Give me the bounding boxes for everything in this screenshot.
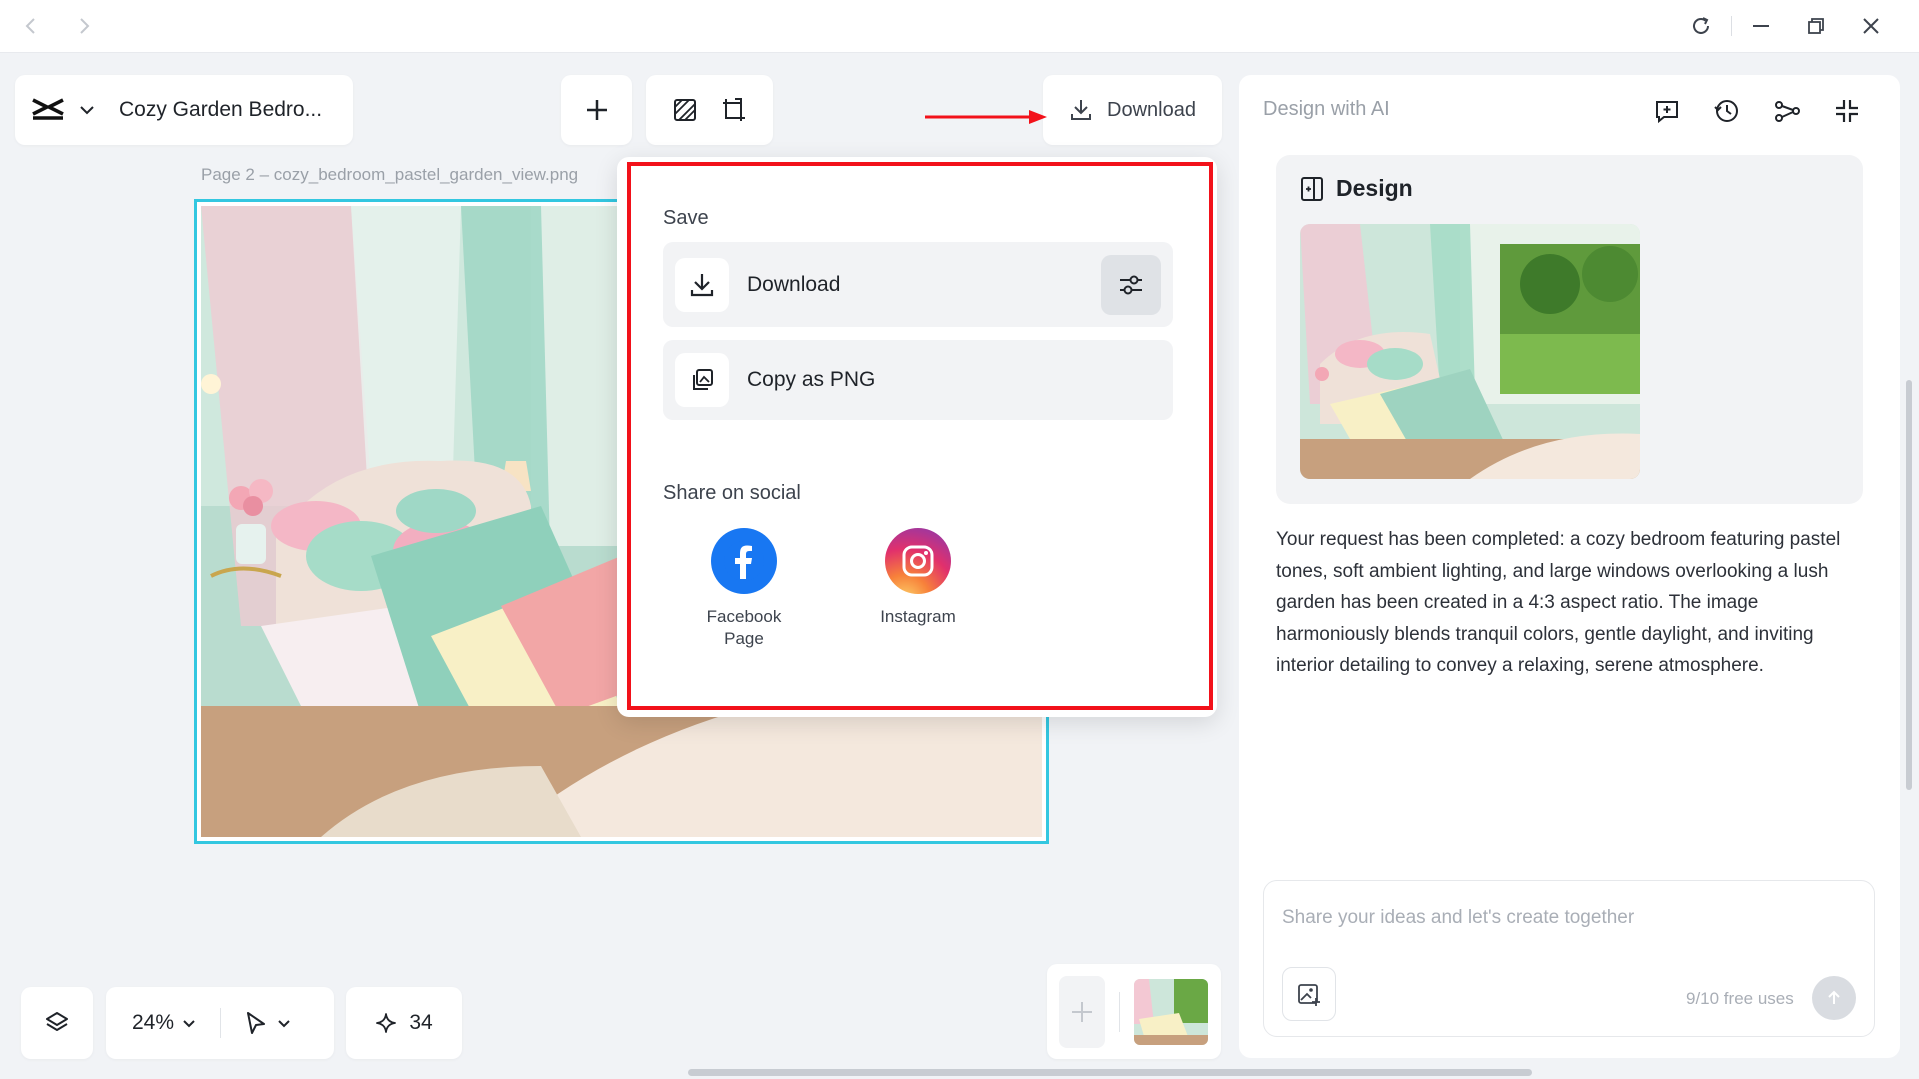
share-facebook-page[interactable]: Facebook Page [679,528,809,650]
sparkle-icon [376,1013,397,1033]
credits-button[interactable]: 34 [346,987,462,1059]
download-option-label: Download [747,272,841,296]
background-pattern-icon[interactable] [672,97,698,123]
canvas-scrollbar[interactable] [688,1069,1532,1076]
reload-icon[interactable] [1688,13,1714,39]
facebook-icon [711,528,777,594]
add-element-button[interactable] [561,75,632,145]
free-uses-counter: 9/10 free uses [1686,989,1794,1008]
download-icon [1071,100,1092,120]
instagram-icon [885,528,951,594]
resize-icon[interactable] [721,97,747,123]
design-card-heading: Design [1300,175,1413,202]
plus-icon [586,100,607,120]
capcut-logo-icon [31,97,65,123]
download-icon [675,257,729,312]
chevron-down-icon [183,1019,195,1027]
zoom-value: 24% [132,1011,175,1034]
zoom-controls: 24% [106,987,334,1059]
design-card-title: Design [1336,175,1413,201]
sliders-icon [1120,275,1142,295]
upload-image-button[interactable] [1282,967,1336,1021]
document-menu[interactable]: Cozy Garden Bedro... [15,75,353,145]
ai-response-text: Your request has been completed: a cozy … [1276,529,1841,676]
credits-count: 34 [409,1011,433,1034]
chat-input-box[interactable] [1263,880,1875,1037]
chevron-left-icon[interactable] [18,13,44,39]
layers-button[interactable] [21,987,93,1059]
minimize-icon[interactable] [1748,13,1774,39]
add-page-button[interactable] [1059,975,1105,1048]
download-button-label: Download [1107,98,1196,121]
chevron-down-icon [278,1019,290,1027]
collapse-icon[interactable] [1832,96,1862,126]
chat-input-placeholder[interactable]: Share your ideas and let's create togeth… [1282,907,1634,929]
copy-image-icon [675,353,729,407]
instagram-label: Instagram [880,607,956,626]
browser-titlebar [0,0,1919,53]
history-icon[interactable] [1712,96,1742,126]
chevron-down-icon[interactable] [79,105,95,115]
panel-scrollbar[interactable] [1906,380,1912,790]
annotation-arrow-icon [925,108,1050,126]
image-upload-icon [1298,984,1320,1006]
pointer-tool-dropdown[interactable] [245,1011,291,1035]
copy-as-png-option[interactable]: Copy as PNG [663,340,1173,420]
ai-panel-title: Design with AI [1263,98,1390,120]
chevron-right-icon[interactable] [71,13,97,39]
design-thumbnail[interactable] [1300,224,1640,479]
share-instagram[interactable]: Instagram [853,528,983,628]
share-heading: Share on social [663,482,801,504]
plus-icon [1072,1001,1092,1022]
zoom-divider [220,1008,222,1038]
download-settings-button[interactable] [1101,255,1161,315]
restore-icon[interactable] [1803,13,1829,39]
download-button[interactable]: Download [1043,75,1222,145]
facebook-page-label: Facebook Page [706,607,782,648]
design-icon [1301,176,1323,201]
zoom-dropdown[interactable]: 24% [132,1011,196,1035]
arrow-up-icon [1828,990,1840,1004]
download-option[interactable]: Download [663,242,1173,327]
page-label: Page 2 – cozy_bedroom_pastel_garden_view… [201,165,579,184]
pages-strip [1047,964,1221,1059]
canvas-tools [646,75,773,145]
layers-icon [46,1012,68,1031]
copy-as-png-label: Copy as PNG [747,368,876,391]
document-title[interactable]: Cozy Garden Bedro... [119,98,322,122]
share-graph-icon[interactable] [1772,96,1802,126]
page-thumbnail[interactable] [1134,978,1208,1045]
save-heading: Save [663,207,709,229]
send-button[interactable] [1812,976,1856,1020]
titlebar-divider [1731,16,1732,36]
close-icon[interactable] [1858,13,1884,39]
pages-divider [1119,991,1120,1032]
cursor-icon [247,1012,266,1034]
new-chat-icon[interactable] [1652,96,1682,126]
